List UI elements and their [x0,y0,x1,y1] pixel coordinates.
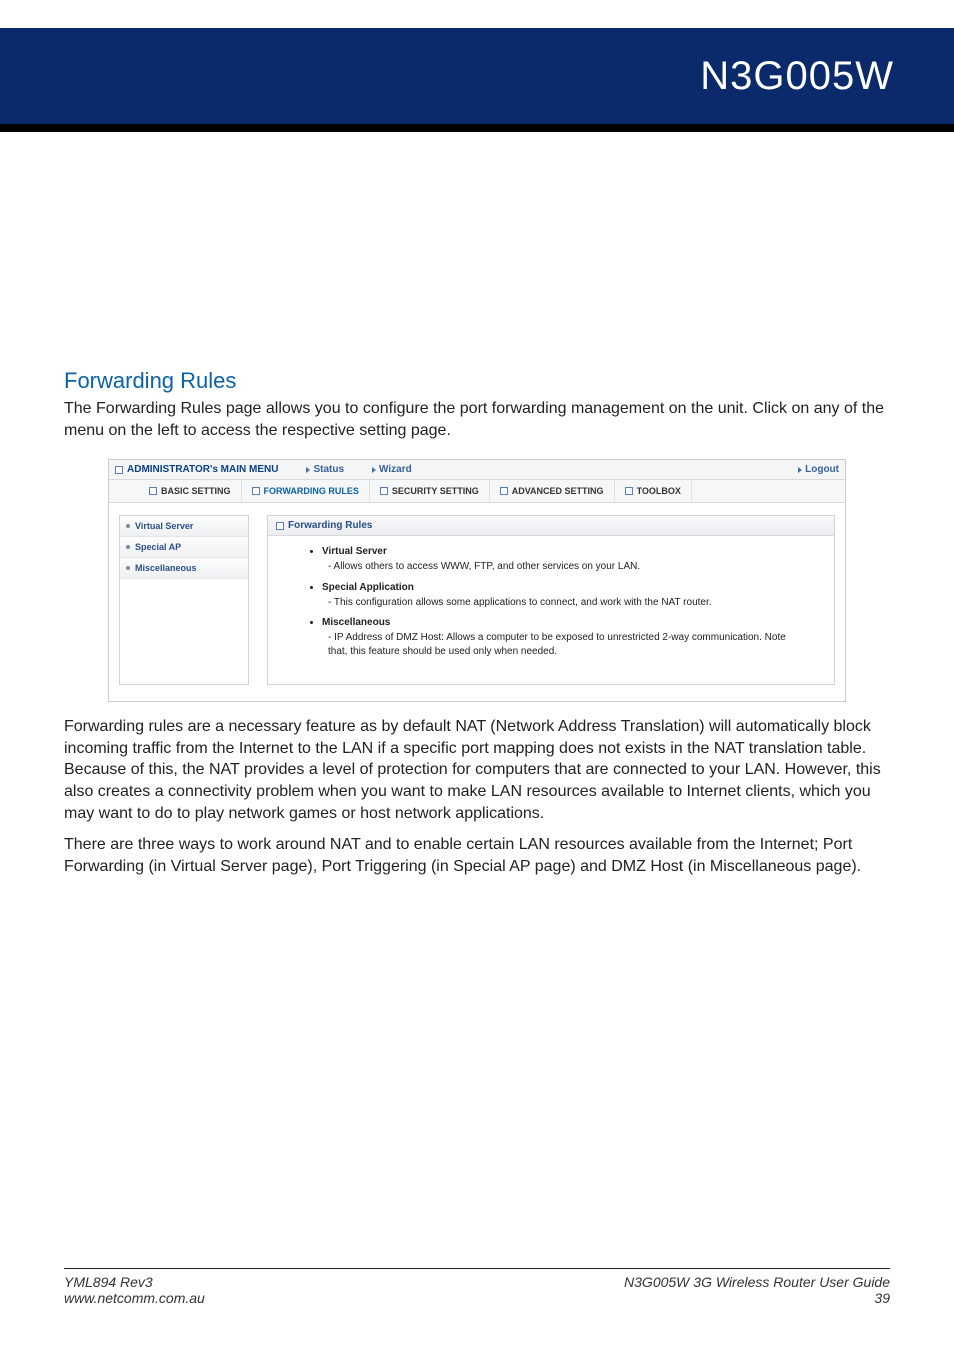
tab-basic-label: BASIC SETTING [161,486,231,496]
bullet-desc: - This configuration allows some applica… [328,596,804,610]
admin-ui-screenshot: ADMINISTRATOR's MAIN MENU Status Wizard … [108,459,846,702]
sidebar-item-label: Miscellaneous [135,563,197,573]
logout-link[interactable]: Logout [798,464,839,475]
triangle-icon [306,467,310,473]
bullet-title: Virtual Server [322,546,387,557]
menu-square-icon [115,466,123,474]
bullet-desc: - Allows others to access WWW, FTP, and … [328,560,804,574]
triangle-icon [798,467,802,473]
status-link[interactable]: Status [306,464,344,475]
footer-guide: N3G005W 3G Wireless Router User Guide [624,1274,890,1290]
bullet-desc: - IP Address of DMZ Host: Allows a compu… [328,631,804,658]
wizard-link-label: Wizard [379,464,412,475]
sidebar-item-miscellaneous[interactable]: Miscellaneous [120,558,248,579]
bullet-icon [126,524,130,528]
tab-square-icon [625,487,633,495]
bullet-title: Special Application [322,582,414,593]
logout-link-label: Logout [805,464,839,475]
footer-rev: YML894 Rev3 [64,1274,205,1290]
footer-page: 39 [624,1290,890,1306]
panel-title: Forwarding Rules [288,520,372,531]
tab-basic-setting[interactable]: BASIC SETTING [139,480,242,502]
page-footer: YML894 Rev3 www.netcomm.com.au N3G005W 3… [64,1274,890,1306]
product-title: N3G005W [700,54,894,99]
admin-main-panel: Forwarding Rules Virtual Server - Allows… [267,515,835,685]
tab-forwarding-label: FORWARDING RULES [264,486,359,496]
tab-forwarding-rules[interactable]: FORWARDING RULES [242,480,370,502]
tab-square-icon [380,487,388,495]
admin-tabs: BASIC SETTING FORWARDING RULES SECURITY … [109,480,845,503]
sidebar-item-special-ap[interactable]: Special AP [120,537,248,558]
page-header: N3G005W [0,28,954,124]
panel-title-bar: Forwarding Rules [268,516,834,536]
tab-square-icon [500,487,508,495]
sidebar-item-virtual-server[interactable]: Virtual Server [120,516,248,537]
admin-sidebar: Virtual Server Special AP Miscellaneous [119,515,249,685]
footer-rule [64,1268,890,1269]
sidebar-item-label: Virtual Server [135,521,193,531]
status-link-label: Status [313,464,344,475]
bullet-icon [126,545,130,549]
bullet-icon [126,566,130,570]
bullet-special-application: Special Application - This configuration… [322,582,804,610]
admin-main-menu-label[interactable]: ADMINISTRATOR's MAIN MENU [127,464,278,475]
admin-topbar: ADMINISTRATOR's MAIN MENU Status Wizard … [109,460,845,480]
sidebar-item-label: Special AP [135,542,181,552]
triangle-icon [372,467,376,473]
tab-advanced-setting[interactable]: ADVANCED SETTING [490,480,615,502]
panel-body: Virtual Server - Allows others to access… [268,536,834,670]
page-content: Forwarding Rules The Forwarding Rules pa… [64,368,890,887]
paragraph-nat-explain: Forwarding rules are a necessary feature… [64,716,890,824]
tab-square-icon [252,487,260,495]
footer-right: N3G005W 3G Wireless Router User Guide 39 [624,1274,890,1306]
tab-toolbox[interactable]: TOOLBOX [615,480,692,502]
panel-square-icon [276,522,284,530]
footer-left: YML894 Rev3 www.netcomm.com.au [64,1274,205,1306]
section-intro: The Forwarding Rules page allows you to … [64,398,890,441]
wizard-link[interactable]: Wizard [372,464,412,475]
section-title: Forwarding Rules [64,368,890,394]
tab-security-label: SECURITY SETTING [392,486,479,496]
header-underline [0,124,954,132]
admin-body: Virtual Server Special AP Miscellaneous … [109,503,845,701]
tab-toolbox-label: TOOLBOX [637,486,681,496]
bullet-title: Miscellaneous [322,617,390,628]
bullet-miscellaneous: Miscellaneous - IP Address of DMZ Host: … [322,617,804,658]
paragraph-workarounds: There are three ways to work around NAT … [64,834,890,877]
footer-url: www.netcomm.com.au [64,1290,205,1306]
bullet-virtual-server: Virtual Server - Allows others to access… [322,546,804,574]
tab-advanced-label: ADVANCED SETTING [512,486,604,496]
tab-square-icon [149,487,157,495]
tab-security-setting[interactable]: SECURITY SETTING [370,480,490,502]
